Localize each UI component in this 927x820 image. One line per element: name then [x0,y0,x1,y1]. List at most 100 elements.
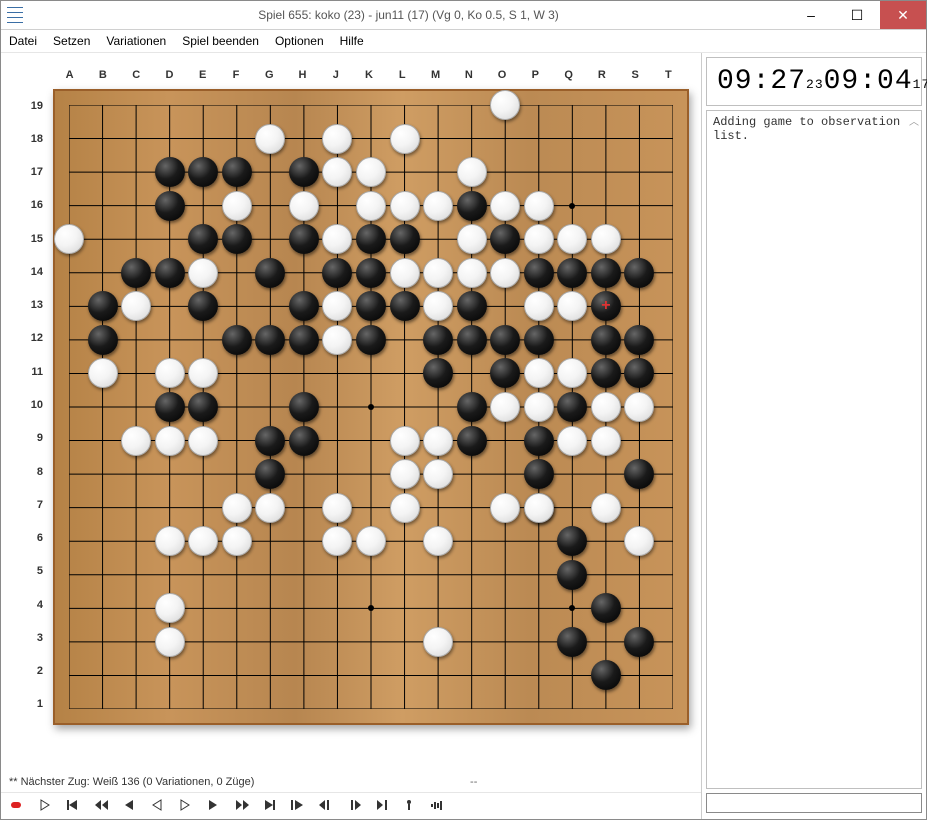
stone-w[interactable] [255,124,285,154]
menu-datei[interactable]: Datei [9,34,37,48]
stone-w[interactable] [188,526,218,556]
var-back-icon[interactable] [319,799,333,813]
stone-b[interactable] [222,157,252,187]
stone-b[interactable] [356,291,386,321]
stone-w[interactable] [222,493,252,523]
stone-b[interactable] [457,291,487,321]
stone-b[interactable] [524,459,554,489]
stone-w[interactable] [490,90,520,120]
stone-b[interactable] [624,258,654,288]
stone-w[interactable] [322,124,352,154]
chat-input[interactable] [706,793,922,813]
stone-b[interactable] [457,191,487,221]
var-last-icon[interactable] [375,799,389,813]
stone-w[interactable] [222,191,252,221]
stone-w[interactable] [121,426,151,456]
sound-icon[interactable] [431,799,445,813]
stone-w[interactable] [322,291,352,321]
stone-w[interactable] [591,493,621,523]
stone-w[interactable] [524,291,554,321]
stone-w[interactable] [390,258,420,288]
stone-b[interactable] [222,224,252,254]
stone-b[interactable] [188,291,218,321]
stone-b[interactable] [557,392,587,422]
stone-w[interactable] [390,493,420,523]
stone-w[interactable] [524,191,554,221]
stone-b[interactable] [121,258,151,288]
stone-b[interactable] [490,358,520,388]
step-back-icon[interactable] [151,799,165,813]
fast-fwd-icon[interactable] [235,799,249,813]
stone-b[interactable] [557,258,587,288]
var-first-icon[interactable] [291,799,305,813]
stone-w[interactable] [356,191,386,221]
stone-b[interactable] [524,426,554,456]
first-icon[interactable] [67,799,81,813]
stone-b[interactable] [155,191,185,221]
stone-w[interactable] [255,493,285,523]
stone-w[interactable] [390,459,420,489]
stone-b[interactable] [591,291,621,321]
stone-b[interactable] [524,325,554,355]
stone-b[interactable] [322,258,352,288]
stone-w[interactable] [155,593,185,623]
stone-w[interactable] [423,459,453,489]
stone-w[interactable] [557,358,587,388]
stone-w[interactable] [289,191,319,221]
stone-w[interactable] [423,291,453,321]
stone-b[interactable] [624,358,654,388]
stone-w[interactable] [121,291,151,321]
maximize-button[interactable]: ☐ [834,1,880,29]
stone-b[interactable] [490,224,520,254]
stone-b[interactable] [188,157,218,187]
stone-w[interactable] [423,426,453,456]
stone-b[interactable] [557,526,587,556]
stone-b[interactable] [557,560,587,590]
stone-b[interactable] [591,325,621,355]
stone-b[interactable] [222,325,252,355]
stone-b[interactable] [255,426,285,456]
stone-b[interactable] [591,258,621,288]
stone-b[interactable] [624,325,654,355]
stone-b[interactable] [255,325,285,355]
back-icon[interactable] [123,799,137,813]
stone-b[interactable] [255,459,285,489]
stone-w[interactable] [322,157,352,187]
stone-w[interactable] [423,627,453,657]
stone-w[interactable] [557,426,587,456]
stone-w[interactable] [457,157,487,187]
stone-b[interactable] [591,660,621,690]
stone-w[interactable] [557,224,587,254]
stone-w[interactable] [591,224,621,254]
marker-icon[interactable] [403,799,417,813]
menu-variationen[interactable]: Variationen [106,34,166,48]
stone-w[interactable] [423,526,453,556]
stone-b[interactable] [155,392,185,422]
menu-optionen[interactable]: Optionen [275,34,324,48]
record-icon[interactable] [11,799,25,813]
stone-w[interactable] [322,325,352,355]
fwd-icon[interactable] [207,799,221,813]
stone-w[interactable] [356,157,386,187]
stone-w[interactable] [524,358,554,388]
stone-w[interactable] [390,191,420,221]
go-board[interactable]: + [53,89,689,725]
stone-b[interactable] [356,325,386,355]
stone-b[interactable] [423,325,453,355]
stone-w[interactable] [457,258,487,288]
stone-b[interactable] [155,157,185,187]
stone-w[interactable] [188,358,218,388]
menu-hilfe[interactable]: Hilfe [340,34,364,48]
stone-w[interactable] [423,191,453,221]
stone-w[interactable] [423,258,453,288]
menu-spiel-beenden[interactable]: Spiel beenden [182,34,259,48]
close-button[interactable]: ✕ [880,1,926,29]
stone-b[interactable] [155,258,185,288]
stone-w[interactable] [624,526,654,556]
stone-b[interactable] [457,325,487,355]
stone-w[interactable] [188,258,218,288]
stone-w[interactable] [457,224,487,254]
stone-w[interactable] [222,526,252,556]
stone-w[interactable] [188,426,218,456]
stone-b[interactable] [356,258,386,288]
